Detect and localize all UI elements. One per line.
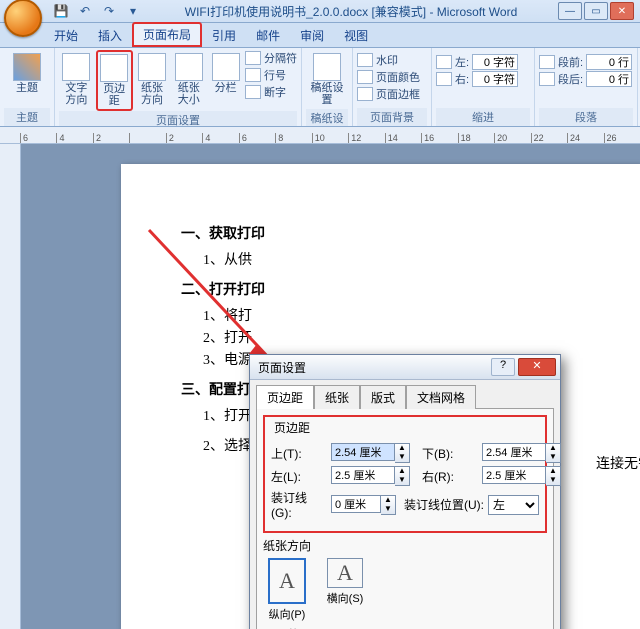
watermark-button[interactable]: 水印 (357, 52, 427, 68)
margin-right-input[interactable]: ▲▼ (482, 466, 561, 486)
breaks-button[interactable]: 分隔符 (245, 50, 297, 66)
margins-fieldset: 页边距 上(T): ▲▼ 下(B): ▲▼ 左(L): ▲▼ 右(R): ▲▼ (263, 415, 547, 533)
group-indent-label: 缩进 (436, 108, 530, 126)
quick-access-toolbar: 💾 ↶ ↷ ▾ (50, 0, 144, 22)
spacing-before-input[interactable] (586, 54, 632, 70)
close-button[interactable]: ✕ (610, 2, 634, 20)
gutter-pos-select[interactable]: 左 (488, 495, 539, 515)
size-button[interactable]: 纸张大小 (171, 50, 206, 109)
doc-l21: 1、将打 (203, 306, 591, 328)
dialog-help-button[interactable]: ? (491, 358, 515, 376)
page-border-button[interactable]: 页面边框 (357, 86, 427, 102)
group-page-setup-label: 页面设置 (59, 111, 297, 127)
indent-left[interactable]: 左: (436, 54, 530, 70)
tab-references[interactable]: 引用 (202, 23, 246, 47)
redo-icon[interactable]: ↷ (98, 0, 120, 22)
tab-mailings[interactable]: 邮件 (246, 23, 290, 47)
group-spacing-label: 段落 (539, 108, 633, 126)
dlg-tab-grid[interactable]: 文档网格 (406, 385, 476, 409)
tab-view[interactable]: 视图 (334, 23, 378, 47)
tab-home[interactable]: 开始 (44, 23, 88, 47)
dlg-tab-margins[interactable]: 页边距 (256, 385, 314, 409)
orientation-landscape[interactable]: A横向(S) (321, 558, 369, 622)
ribbon: 主题 主题 文字方向 页边距 纸张方向 纸张大小 分栏 分隔符 行号 断字 页面… (0, 48, 640, 127)
doc-h1: 一、获取打印 (181, 224, 591, 246)
save-icon[interactable]: 💾 (50, 0, 72, 22)
margins-button[interactable]: 页边距 (96, 50, 133, 111)
gutter-input[interactable]: ▲▼ (331, 495, 396, 515)
undo-icon[interactable]: ↶ (74, 0, 96, 22)
doc-l1: 1、从供 (203, 250, 591, 272)
ribbon-tabs: 开始 插入 页面布局 引用 邮件 审阅 视图 (0, 23, 640, 48)
orientation-section-label: 纸张方向 (263, 537, 547, 554)
columns-button[interactable]: 分栏 (208, 50, 243, 97)
orientation-button[interactable]: 纸张方向 (135, 50, 170, 109)
dialog-title: 页面设置 (258, 359, 491, 376)
office-button[interactable] (4, 0, 42, 37)
page-color-button[interactable]: 页面颜色 (357, 69, 427, 85)
qat-more-icon[interactable]: ▾ (122, 0, 144, 22)
themes-button[interactable]: 主题 (4, 50, 50, 97)
vertical-ruler[interactable] (0, 144, 21, 629)
manuscript-button[interactable]: 稿纸设置 (306, 50, 348, 109)
text-direction-button[interactable]: 文字方向 (59, 50, 94, 109)
orientation-portrait[interactable]: A纵向(P) (263, 558, 311, 622)
dlg-tab-layout[interactable]: 版式 (360, 385, 406, 409)
maximize-button[interactable]: ▭ (584, 2, 608, 20)
spacing-before[interactable]: 段前: (539, 54, 633, 70)
tab-page-layout[interactable]: 页面布局 (132, 22, 202, 47)
document-canvas[interactable]: 一、获取打印 1、从供 二、打开打印 1、将打 2、打开 3、电源 三、配置打印… (21, 144, 640, 629)
doc-h2: 二、打开打印 (181, 280, 591, 302)
margin-bottom-input[interactable]: ▲▼ (482, 443, 561, 463)
indent-right[interactable]: 右: (436, 71, 530, 87)
group-theme-label: 主题 (4, 108, 50, 126)
doc-tail: 连接无需密码）。 (596, 454, 640, 476)
hyphenation-button[interactable]: 断字 (245, 84, 297, 100)
group-page-bg-label: 页面背景 (357, 108, 427, 126)
group-manuscript-label: 稿纸设置 (306, 109, 348, 127)
spacing-after[interactable]: 段后: (539, 71, 633, 87)
tab-insert[interactable]: 插入 (88, 23, 132, 47)
horizontal-ruler[interactable]: 6422468101214161820222426 (0, 127, 640, 144)
minimize-button[interactable]: — (558, 2, 582, 20)
spacing-after-input[interactable] (586, 71, 632, 87)
indent-right-input[interactable] (472, 71, 518, 87)
doc-l22: 2、打开 (203, 328, 591, 350)
window-title: WIFI打印机使用说明书_2.0.0.docx [兼容模式] - Microso… (144, 3, 558, 20)
indent-left-input[interactable] (472, 54, 518, 70)
tab-review[interactable]: 审阅 (290, 23, 334, 47)
dlg-tab-paper[interactable]: 纸张 (314, 385, 360, 409)
dialog-close-button[interactable]: ✕ (518, 358, 556, 376)
page-setup-dialog: 页面设置 ? ✕ 页边距 纸张 版式 文档网格 页边距 上(T): ▲▼ 下(B… (249, 354, 561, 629)
margin-top-input[interactable]: ▲▼ (331, 443, 410, 463)
margin-left-input[interactable]: ▲▼ (331, 466, 410, 486)
line-numbers-button[interactable]: 行号 (245, 67, 297, 83)
